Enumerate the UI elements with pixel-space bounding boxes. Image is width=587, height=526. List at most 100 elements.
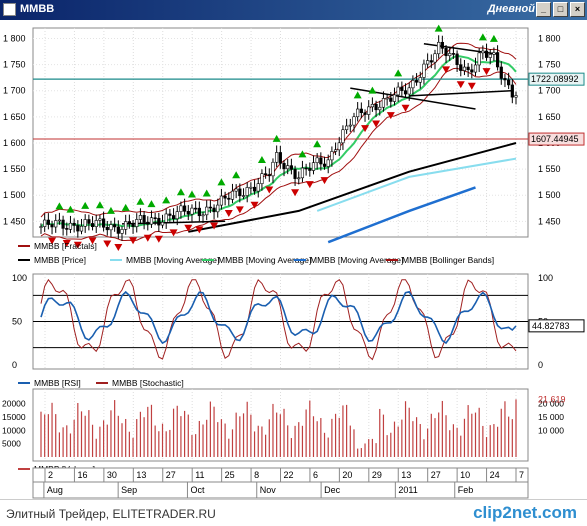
price-candle-body	[116, 226, 120, 234]
price-y-tick-right: 1 800	[538, 33, 561, 43]
price-y-tick-left: 1 600	[3, 138, 26, 148]
price-candle-body	[363, 112, 367, 115]
price-candle-body	[462, 66, 467, 71]
price-candle-body	[65, 228, 69, 230]
x-month-label: Sep	[121, 485, 137, 495]
price-candle-body	[341, 129, 345, 144]
price-y-tick-left: 1 700	[3, 86, 26, 96]
maximize-button[interactable]: □	[553, 2, 568, 17]
legend-label-price: MMBB [Bollinger Bands]	[402, 255, 494, 265]
price-candle-body	[433, 53, 437, 63]
price-candle-body	[304, 167, 308, 170]
price-candle-body	[275, 152, 279, 163]
osc-y-tick-left: 0	[12, 360, 17, 370]
price-y-tick-left: 1 800	[3, 33, 26, 43]
close-button[interactable]: ×	[570, 2, 585, 17]
price-candle-body	[113, 224, 117, 228]
price-candle-body	[256, 183, 260, 192]
x-day-tick: 11	[195, 470, 204, 480]
x-day-tick: 16	[77, 470, 87, 480]
price-candle-body	[50, 224, 54, 228]
vol-y-tick-left: 20000	[2, 399, 26, 409]
legend-label-osc: MMBB [RSI]	[34, 378, 81, 388]
price-y-tick-left: 1 450	[3, 216, 26, 226]
osc-value-label: 44.82783	[532, 321, 570, 331]
price-candle-body	[138, 215, 143, 220]
x-day-tick: 8	[254, 470, 259, 480]
price-candle-body	[72, 222, 76, 226]
x-day-tick: 25	[225, 470, 235, 480]
window-icon	[3, 3, 16, 16]
price-candle-body	[186, 211, 190, 215]
price-candle-body	[120, 229, 124, 234]
x-month-label: Dec	[324, 485, 341, 495]
price-candle-body	[194, 207, 198, 210]
chart-svg: 1 800 1 800 1 750 1 750 1 700 1 700 1 650 1 650…	[2, 24, 585, 499]
price-candle-body	[470, 69, 474, 73]
price-candle-body	[370, 103, 374, 108]
price-candle-body	[252, 186, 257, 192]
price-candle-body	[201, 214, 205, 217]
price-y-tick-right: 1 550	[538, 164, 561, 174]
x-day-tick: 24	[490, 470, 500, 480]
x-day-tick: 27	[431, 470, 441, 480]
price-y-tick-left: 1 500	[3, 190, 26, 200]
price-candle-body	[488, 54, 492, 58]
price-candle-body	[411, 80, 415, 89]
price-candle-body	[212, 207, 216, 213]
price-candle-body	[499, 66, 503, 79]
price-candle-body	[87, 219, 91, 224]
price-candle-body	[367, 106, 371, 115]
price-candle-body	[127, 221, 131, 225]
price-candle-body	[495, 52, 500, 68]
vol-y-tick-left: 5000	[2, 439, 21, 449]
price-candle-body	[183, 205, 187, 212]
price-candle-body	[271, 161, 275, 177]
vol-y-tick-right: 10 000	[538, 425, 564, 435]
price-candle-body	[374, 103, 378, 111]
price-candle-body	[190, 207, 194, 215]
vol-y-tick-left: 15000	[2, 412, 26, 422]
price-candle-body	[477, 52, 481, 66]
legend-label-osc: MMBB [Stochastic]	[112, 378, 184, 388]
price-candle-body	[392, 94, 397, 102]
clip2net-logo[interactable]: clip2net.com	[473, 503, 577, 523]
osc-y-tick-left: 100	[12, 273, 27, 283]
price-candle-body	[396, 86, 400, 96]
vol-y-tick-right: 15 000	[538, 412, 564, 422]
x-month-label: 2011	[398, 485, 417, 495]
price-candle-body	[46, 219, 50, 225]
price-candle-body	[322, 163, 327, 167]
x-day-tick: 30	[107, 470, 117, 480]
osc-y-tick-right: 0	[538, 360, 543, 370]
price-candle-body	[473, 64, 478, 73]
price-candle-body	[216, 204, 220, 213]
price-candle-body	[348, 124, 352, 127]
period-label[interactable]: Дневной	[488, 3, 535, 15]
fractal-down-arrow	[114, 244, 123, 252]
price-candle-body	[407, 87, 411, 95]
price-candle-body	[507, 79, 511, 86]
title-bar[interactable]: MMBB Дневной _ □ ×	[0, 0, 587, 20]
price-candle-body	[422, 63, 426, 78]
price-candle-body	[267, 174, 271, 177]
price-candle-body	[300, 167, 305, 179]
price-candle-body	[208, 206, 212, 209]
price-candle-body	[160, 221, 165, 226]
price-candle-body	[175, 211, 179, 220]
price-candle-body	[241, 195, 246, 197]
price-candle-body	[414, 80, 419, 83]
price-y-tick-right: 1 450	[538, 216, 561, 226]
price-candle-body	[278, 152, 282, 164]
price-candle-body	[418, 77, 422, 83]
footer-text: Элитный Трейдер, ELITETRADER.RU	[6, 507, 216, 521]
x-day-tick: 13	[136, 470, 146, 480]
price-candle-body	[264, 173, 268, 175]
price-y-tick-right: 1 650	[538, 112, 561, 122]
price-candle-body	[381, 98, 386, 108]
minimize-button[interactable]: _	[536, 2, 551, 17]
price-candle-body	[337, 142, 341, 151]
price-candle-body	[400, 86, 404, 91]
chart-area[interactable]: 1 800 1 800 1 750 1 750 1 700 1 700 1 650 1 650…	[0, 20, 587, 499]
price-candle-body	[223, 195, 227, 199]
